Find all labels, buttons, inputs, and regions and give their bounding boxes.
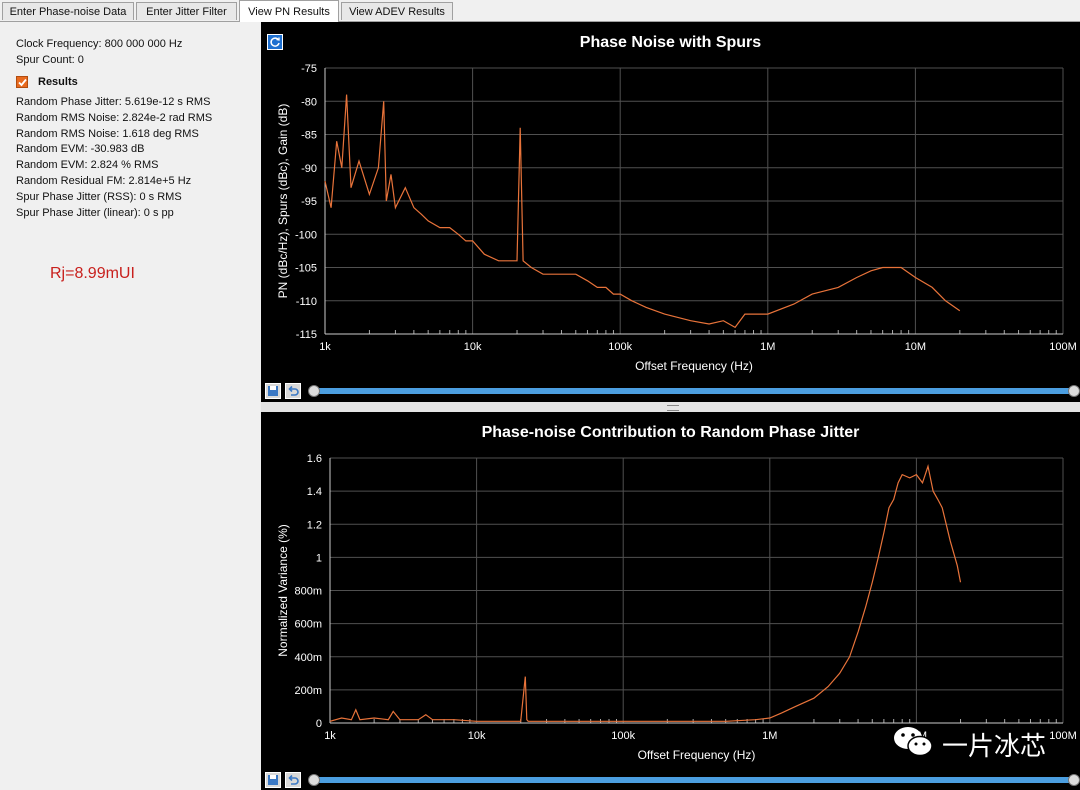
- x-tick-label: 1M: [762, 730, 777, 742]
- x-range-scrollbar[interactable]: [308, 774, 1080, 786]
- reset-zoom-button[interactable]: [285, 772, 301, 788]
- x-tick-label: 1M: [760, 341, 775, 353]
- watermark: 一片冰芯: [892, 724, 1072, 762]
- tab-view-pn-results[interactable]: View PN Results: [239, 0, 339, 22]
- results-label: Results: [38, 76, 78, 88]
- y-tick-label: 0: [316, 718, 322, 730]
- y-tick-label: -80: [301, 96, 317, 108]
- clock-frequency-text: Clock Frequency: 800 000 000 Hz: [16, 38, 183, 50]
- x-tick-label: 100M: [1049, 341, 1077, 353]
- x-tick-label: 1k: [319, 341, 331, 353]
- reset-zoom-button[interactable]: [285, 383, 301, 399]
- phase-noise-panel: Phase Noise with Spurs -75 -80 -85 -90 -95 -1…: [261, 22, 1080, 402]
- phase-noise-chart: -75 -80 -85 -90 -95 -100 -105 -110 -1151k 10k 100k…: [276, 63, 1077, 373]
- splitter-grip-icon: [667, 405, 679, 411]
- save-button[interactable]: [265, 772, 281, 788]
- rj-annotation: Rj=8.99mUI: [50, 265, 135, 282]
- y-tick-label: -90: [301, 163, 317, 175]
- scrollbar-left-handle[interactable]: [308, 774, 320, 786]
- chart-title: Phase Noise with Spurs: [579, 34, 762, 51]
- result-line: Random Phase Jitter: 5.619e-12 s RMS: [16, 96, 211, 108]
- y-tick-label: -115: [296, 329, 317, 341]
- result-line: Spur Phase Jitter (linear): 0 s pp: [16, 207, 174, 219]
- x-tick-label: 100k: [608, 341, 632, 353]
- y-tick-label: -100: [295, 229, 317, 241]
- y-axis-label: PN (dBc/Hz), Spurs (dBc), Gain (dB): [276, 104, 290, 299]
- undo-icon: [288, 774, 299, 785]
- x-range-scrollbar[interactable]: [308, 385, 1080, 397]
- x-tick-label: 1k: [324, 730, 336, 742]
- wechat-logo-icon: [894, 727, 933, 757]
- result-line: Random EVM: -30.983 dB: [16, 143, 145, 155]
- y-tick-label: -75: [301, 63, 317, 75]
- y-tick-label: 600m: [294, 619, 322, 631]
- save-icon: [268, 386, 278, 396]
- y-tick-label: 200m: [294, 685, 322, 697]
- x-tick-label: 100k: [611, 730, 635, 742]
- y-tick-label: -85: [301, 130, 317, 142]
- x-axis-label: Offset Frequency (Hz): [635, 359, 753, 373]
- y-axis-label: Normalized Variance (%): [276, 524, 290, 657]
- y-tick-label: 800m: [294, 586, 322, 598]
- x-axis-label: Offset Frequency (Hz): [638, 748, 756, 762]
- result-line: Spur Phase Jitter (RSS): 0 s RMS: [16, 191, 182, 203]
- y-tick-label: -105: [295, 263, 317, 275]
- series-line: [324, 94, 961, 329]
- series-line: [329, 463, 962, 722]
- x-tick-label: 10k: [464, 341, 482, 353]
- results-checkbox[interactable]: [16, 76, 28, 88]
- result-line: Random RMS Noise: 1.618 deg RMS: [16, 128, 199, 140]
- scrollbar-right-handle[interactable]: [1068, 385, 1080, 397]
- watermark-text: 一片冰芯: [942, 732, 1047, 762]
- y-tick-label: 1: [316, 552, 322, 564]
- x-tick-label: 10k: [468, 730, 486, 742]
- tab-bar: Enter Phase-noise Data Enter Jitter Filt…: [0, 0, 1080, 22]
- tab-enter-jitter-filter[interactable]: Enter Jitter Filter: [136, 2, 237, 20]
- y-tick-label: 400m: [294, 652, 322, 664]
- y-tick-label: 1.2: [307, 519, 322, 531]
- results-pane: Clock Frequency: 800 000 000 Hz Spur Cou…: [0, 22, 260, 790]
- save-icon: [268, 775, 278, 785]
- undo-icon: [288, 385, 299, 396]
- chart-title: Phase-noise Contribution to Random Phase…: [481, 424, 860, 441]
- result-line: Random EVM: 2.824 % RMS: [16, 159, 159, 171]
- y-tick-label: -95: [301, 196, 317, 208]
- spur-count-text: Spur Count: 0: [16, 54, 84, 66]
- y-tick-label: 1.6: [307, 453, 322, 465]
- result-line: Random RMS Noise: 2.824e-2 rad RMS: [16, 112, 213, 124]
- check-icon: [18, 78, 27, 87]
- tab-view-adev-results[interactable]: View ADEV Results: [341, 2, 453, 20]
- x-tick-label: 10M: [905, 341, 926, 353]
- scrollbar-left-handle[interactable]: [308, 385, 320, 397]
- result-line: Random Residual FM: 2.814e+5 Hz: [16, 175, 192, 187]
- save-button[interactable]: [265, 383, 281, 399]
- y-tick-label: -110: [296, 296, 317, 308]
- scrollbar-track[interactable]: [314, 777, 1074, 783]
- scrollbar-track[interactable]: [314, 388, 1074, 394]
- tab-enter-phase-noise-data[interactable]: Enter Phase-noise Data: [2, 2, 134, 20]
- y-tick-label: 1.4: [307, 486, 322, 498]
- scrollbar-right-handle[interactable]: [1068, 774, 1080, 786]
